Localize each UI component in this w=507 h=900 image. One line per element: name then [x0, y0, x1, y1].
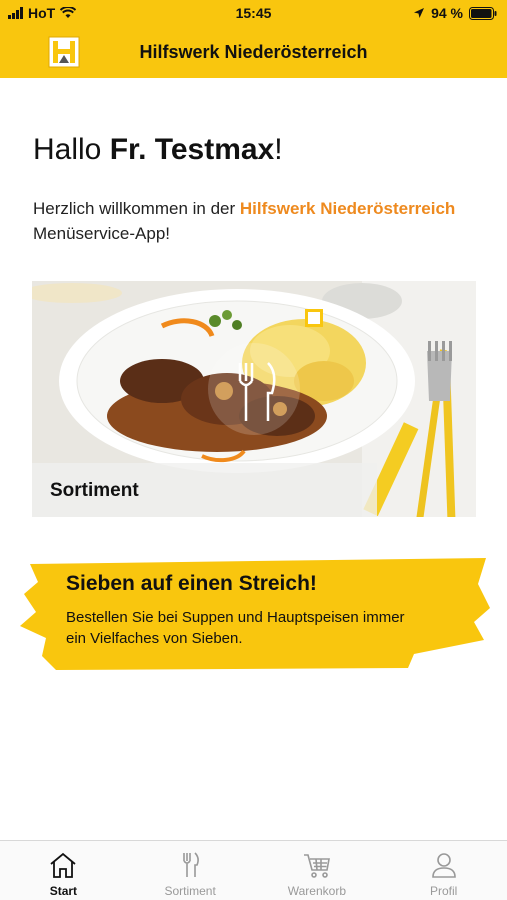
card-label[interactable]: Sortiment: [50, 480, 139, 502]
status-bar: HoT 15:45 94 %: [0, 0, 507, 28]
promo-title: Sieben auf einen Streich!: [66, 572, 317, 595]
app-header: Hilfswerk Niederösterreich: [0, 28, 507, 78]
tab-warenkorb-label: Warenkorb: [287, 884, 346, 898]
tab-sortiment-label: Sortiment: [164, 884, 216, 898]
greeting-hello: Hallo: [33, 133, 102, 166]
tab-start[interactable]: Start: [0, 841, 127, 900]
tab-sortiment[interactable]: Sortiment: [127, 841, 254, 900]
app-title: Hilfswerk Niederösterreich: [139, 42, 368, 62]
battery-icon: [469, 6, 497, 20]
status-right: 94 %: [413, 5, 497, 21]
welcome-text: Herzlich willkommen in der Hilfswerk Nie…: [33, 196, 473, 246]
tab-profil-label: Profil: [429, 884, 458, 898]
tab-warenkorb[interactable]: Warenkorb: [254, 841, 381, 900]
battery-percent: 94 %: [431, 5, 463, 21]
greeting-heading: Hallo Fr. Testmax!: [33, 133, 283, 167]
tab-start-label: Start: [49, 884, 78, 898]
welcome-suffix: Menüservice-App!: [33, 224, 171, 243]
home-icon: [50, 852, 76, 878]
person-icon: [431, 853, 456, 878]
greeting-punct: !: [274, 133, 283, 166]
welcome-prefix: Herzlich willkommen in der: [33, 199, 240, 218]
welcome-brand: Hilfswerk Niederösterreich: [239, 199, 456, 218]
promo-text: Bestellen Sie bei Suppen und Hauptspeise…: [66, 609, 405, 647]
cart-icon: [303, 854, 330, 878]
tab-profil[interactable]: Profil: [380, 841, 507, 900]
cutlery-icon: [183, 852, 200, 877]
user-name: Fr. Testmax: [109, 133, 275, 166]
bottom-tab-bar: Start Sortiment Warenkorb Profil: [0, 840, 507, 900]
location-arrow-icon: [414, 8, 425, 18]
